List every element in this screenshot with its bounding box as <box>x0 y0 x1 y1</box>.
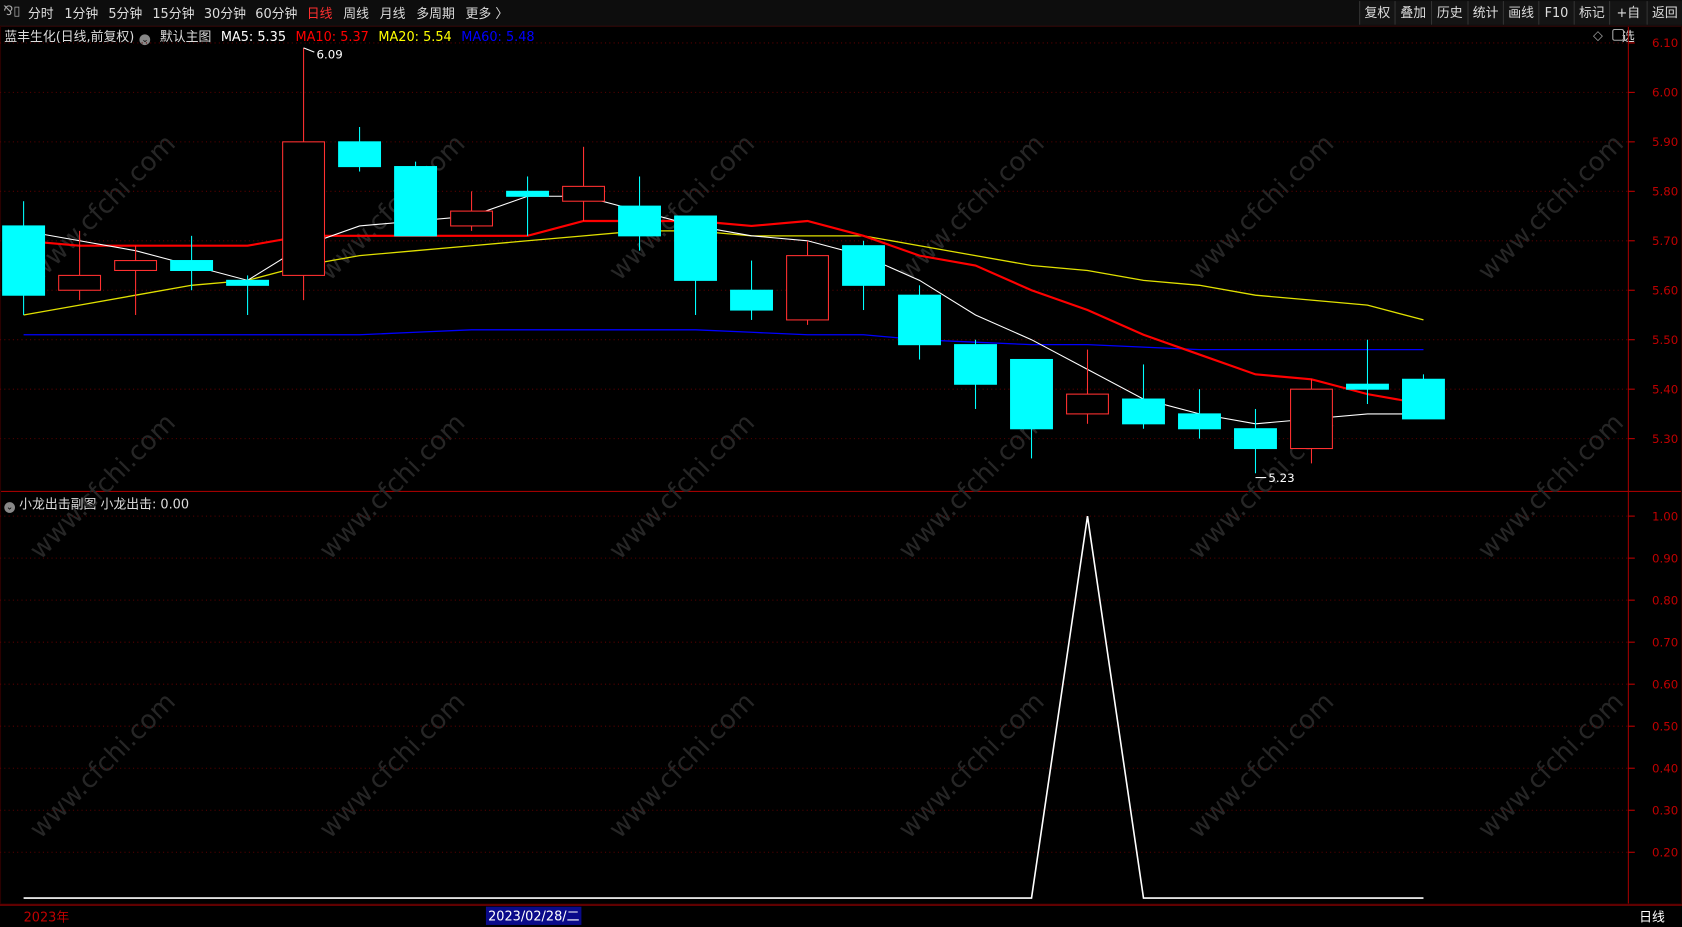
candle-body <box>1010 358 1053 430</box>
candle-body <box>170 260 214 271</box>
candle-body <box>2 225 46 296</box>
time-axis: 2023年 2023/02/28/二 日线 <box>0 904 1682 927</box>
watermark: www.cfchi.com <box>1183 687 1341 845</box>
price-axis-label: 6.10 <box>1652 36 1678 50</box>
high-price-label: 6.09 <box>316 48 342 62</box>
candle-body <box>1290 388 1333 450</box>
watermark: www.cfchi.com <box>24 129 182 287</box>
watermark: www.cfchi.com <box>1472 687 1630 845</box>
sub-axis-label: 0.80 <box>1652 593 1678 607</box>
candle-body <box>58 274 102 291</box>
candle <box>1402 374 1445 420</box>
watermark: www.cfchi.com <box>893 129 1051 287</box>
candle <box>674 215 717 315</box>
candle-body <box>114 260 158 271</box>
candle-body <box>394 166 438 237</box>
candle-body <box>562 185 606 202</box>
candle-body <box>1178 413 1221 430</box>
candle-body <box>730 289 773 311</box>
candle <box>2 201 46 315</box>
candle-body <box>1234 428 1277 450</box>
candle-body <box>842 245 885 286</box>
candle-body <box>618 205 661 237</box>
candle <box>1066 349 1109 424</box>
candle-body <box>226 279 270 286</box>
watermark: www.cfchi.com <box>314 129 472 287</box>
candle <box>786 240 829 325</box>
candle <box>282 47 326 301</box>
ma60-line <box>23 329 1424 351</box>
chart-border <box>0 25 1682 905</box>
candle <box>954 339 997 409</box>
price-axis-label: 5.90 <box>1652 135 1678 149</box>
candle <box>1178 389 1221 439</box>
watermark: www.cfchi.com <box>1472 408 1630 566</box>
price-axis-label: 5.80 <box>1652 185 1678 199</box>
price-axis-label: 5.30 <box>1652 432 1678 446</box>
price-axis-label: 5.50 <box>1652 333 1678 347</box>
ma5-line <box>23 195 1424 425</box>
candle <box>1122 364 1165 429</box>
watermark: www.cfchi.com <box>314 687 472 845</box>
sub-axis-label: 0.20 <box>1652 846 1678 860</box>
watermark: www.cfchi.com <box>603 687 761 845</box>
candle <box>898 285 941 360</box>
candle-body <box>954 344 997 385</box>
candle <box>842 240 885 311</box>
candle <box>338 127 382 172</box>
watermark: www.cfchi.com <box>603 408 761 566</box>
kline-chart[interactable]: www.cfchi.com www.cfchi.com www.cfchi.com w… <box>0 0 1682 905</box>
candle-body <box>674 215 717 281</box>
watermark: www.cfchi.com <box>1472 129 1630 287</box>
price-axis-label: 6.00 <box>1652 86 1678 100</box>
candle-body <box>1066 393 1109 415</box>
candle-body <box>338 141 382 168</box>
candle-body <box>506 190 550 197</box>
watermark: www.cfchi.com <box>1183 129 1341 287</box>
sub-axis-label: 0.40 <box>1652 762 1678 776</box>
price-axis-label: 5.60 <box>1652 284 1678 298</box>
watermark: www.cfchi.com <box>314 408 472 566</box>
candle-body <box>786 255 829 321</box>
watermark: www.cfchi.com <box>24 687 182 845</box>
period-label: 日线 <box>1639 909 1665 925</box>
candle-body <box>898 294 941 346</box>
candle <box>170 235 214 291</box>
sub-axis-label: 0.60 <box>1652 677 1678 691</box>
candle-body <box>1122 398 1165 425</box>
candle <box>226 275 270 315</box>
candle-body <box>1346 383 1389 390</box>
candle <box>562 146 606 221</box>
cursor-date: 2023/02/28/二 <box>485 906 582 925</box>
candle <box>394 161 438 237</box>
candle <box>450 191 494 231</box>
sub-axis-label: 1.00 <box>1652 509 1678 523</box>
candle <box>506 176 550 236</box>
candle-body <box>282 141 326 276</box>
candle <box>730 260 773 320</box>
sub-axis-label: 0.50 <box>1652 719 1678 733</box>
price-axis-label: 5.40 <box>1652 382 1678 396</box>
low-price-label: 5.23 <box>1268 471 1294 485</box>
year-label: 2023年 <box>23 909 70 925</box>
candle <box>114 245 158 315</box>
stock-chart-window: ⅋▯ 分时 1分钟 5分钟 15分钟 30分钟 60分钟 日线 周线 月线 多周期 更多 〉 复权叠… <box>0 0 1682 926</box>
price-axis-label: 5.70 <box>1652 234 1678 248</box>
sub-axis-label: 0.70 <box>1652 635 1678 649</box>
sub-axis-label: 0.90 <box>1652 551 1678 565</box>
candle-body <box>1402 378 1445 420</box>
watermark: www.cfchi.com <box>893 408 1051 566</box>
candle-body <box>450 210 494 227</box>
watermark: www.cfchi.com <box>24 408 182 566</box>
watermark: www.cfchi.com <box>893 687 1051 845</box>
sub-axis-label: 0.30 <box>1652 804 1678 818</box>
high-marker-arrow <box>303 47 315 53</box>
